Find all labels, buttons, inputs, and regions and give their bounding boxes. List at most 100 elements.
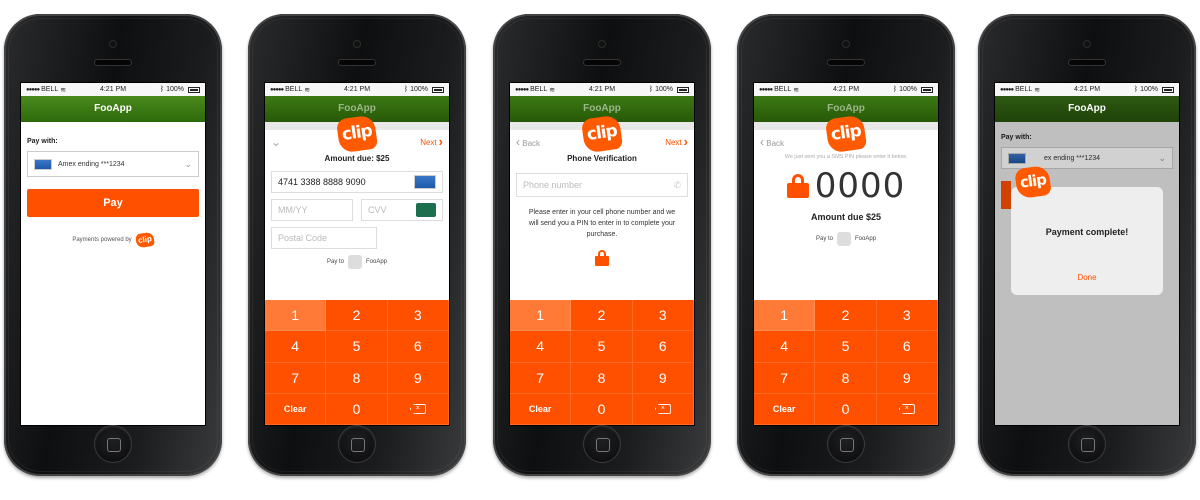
key-7[interactable]: 7: [265, 362, 327, 394]
amount-due: Amount due: $25: [324, 154, 390, 163]
merchant-avatar: [348, 255, 362, 269]
bluetooth-icon: ᛒ: [1133, 86, 1139, 93]
key-3[interactable]: 3: [876, 300, 938, 332]
key-3[interactable]: 3: [387, 300, 449, 332]
postal-code-field[interactable]: Postal Code: [271, 227, 377, 249]
clip-logo: clip: [580, 114, 624, 154]
sms-note: We just sent you a SMS PIN please enter …: [784, 154, 908, 160]
home-button[interactable]: [828, 426, 864, 462]
key-0[interactable]: 0: [815, 393, 877, 425]
phone-icon: ✆: [673, 179, 681, 190]
key-5[interactable]: 5: [571, 331, 633, 363]
done-button[interactable]: Done: [1011, 273, 1163, 282]
key-4[interactable]: 4: [510, 331, 572, 363]
wifi-icon: ≋: [793, 86, 800, 94]
key-backspace[interactable]: ×: [387, 393, 449, 425]
bluetooth-icon: ᛒ: [648, 86, 654, 93]
battery-icon: [677, 86, 689, 93]
numeric-keypad: 1 2 3 4 5 6 7 8 9 Clear 0 ×: [510, 300, 694, 425]
earpiece: [584, 60, 620, 65]
lock-icon: [595, 250, 609, 266]
key-0[interactable]: 0: [571, 393, 633, 425]
pay-button[interactable]: Pay: [27, 189, 199, 217]
key-6[interactable]: 6: [387, 331, 449, 363]
key-8[interactable]: 8: [326, 362, 388, 394]
showcase: ●●●●● BELL ≋ 4:21 PM ᛒ 100% FooApp Pay with…: [0, 0, 1200, 500]
front-camera: [354, 41, 360, 47]
key-1[interactable]: 1: [754, 300, 816, 332]
front-camera: [599, 41, 605, 47]
key-clear[interactable]: Clear: [754, 393, 816, 425]
key-5[interactable]: 5: [815, 331, 877, 363]
chevron-down-icon[interactable]: ⌄: [271, 135, 281, 149]
key-8[interactable]: 8: [815, 362, 877, 394]
bluetooth-icon: ᛒ: [159, 86, 165, 93]
battery-icon: [921, 86, 933, 93]
earpiece: [1069, 60, 1105, 65]
page-title: FooApp: [338, 103, 376, 114]
pin-display: 0000: [754, 166, 938, 206]
page-title: FooApp: [94, 103, 132, 114]
key-6[interactable]: 6: [632, 331, 694, 363]
powered-by-label: Payments powered by: [72, 237, 132, 243]
expiry-field[interactable]: MM/YY: [271, 199, 353, 221]
key-6[interactable]: 6: [876, 331, 938, 363]
home-button[interactable]: [339, 426, 375, 462]
home-button[interactable]: [95, 426, 131, 462]
battery-icon: [432, 86, 444, 93]
status-bar: ●●●●● BELL ≋ 4:21 PM ᛒ 100%: [21, 83, 205, 96]
key-0[interactable]: 0: [326, 393, 388, 425]
key-8[interactable]: 8: [571, 362, 633, 394]
key-4[interactable]: 4: [265, 331, 327, 363]
page-title: FooApp: [827, 103, 865, 114]
cvv-field[interactable]: CVV: [361, 199, 443, 221]
pay-to: Pay to FooApp: [754, 232, 938, 246]
phone-5: ●●●●● BELL ≋ 4:21 PM ᛒ 100% FooApp Pay with…: [978, 14, 1196, 476]
key-3[interactable]: 3: [632, 300, 694, 332]
status-bar: ●●●●● BELL ≋ 4:21 PM ᛒ 100%: [995, 83, 1179, 96]
key-backspace[interactable]: ×: [632, 393, 694, 425]
amex-card-icon: [34, 158, 52, 170]
numeric-keypad: 1 2 3 4 5 6 7 8 9 Clear 0 ×: [754, 300, 938, 425]
key-5[interactable]: 5: [326, 331, 388, 363]
key-7[interactable]: 7: [510, 362, 572, 394]
wifi-icon: ≋: [549, 86, 556, 94]
key-1[interactable]: 1: [265, 300, 327, 332]
nav-bar: FooApp: [21, 96, 205, 122]
amount-due: Amount due $25: [810, 212, 881, 222]
nav-bar: FooApp: [995, 96, 1179, 122]
backspace-icon: ×: [898, 403, 915, 414]
phone-number-field[interactable]: Phone number ✆: [516, 173, 688, 197]
key-7[interactable]: 7: [754, 362, 816, 394]
key-2[interactable]: 2: [571, 300, 633, 332]
key-backspace[interactable]: ×: [876, 393, 938, 425]
pay-with-label: Pay with:: [27, 138, 58, 145]
next-button[interactable]: Next ›: [665, 135, 688, 148]
home-button[interactable]: [584, 426, 620, 462]
key-clear[interactable]: Clear: [265, 393, 327, 425]
page-title: FooApp: [1068, 103, 1106, 114]
card-select[interactable]: Amex ending ***1234 ⌄: [27, 151, 199, 177]
key-9[interactable]: 9: [876, 362, 938, 394]
card-cvv-icon: [416, 203, 436, 217]
key-1[interactable]: 1: [510, 300, 572, 332]
key-2[interactable]: 2: [815, 300, 877, 332]
key-clear[interactable]: Clear: [510, 393, 572, 425]
status-bar: ●●●●● BELL ≋ 4:21 PM ᛒ 100%: [510, 83, 694, 96]
key-4[interactable]: 4: [754, 331, 816, 363]
card-number-field[interactable]: 4741 3388 8888 9090: [271, 171, 443, 193]
clip-logo: clip: [824, 114, 868, 154]
bluetooth-icon: ᛒ: [403, 86, 409, 93]
pay-to: Pay to FooApp: [271, 255, 443, 269]
backspace-icon: ×: [409, 403, 426, 414]
chevron-right-icon: ›: [438, 134, 443, 149]
home-button[interactable]: [1069, 426, 1105, 462]
bluetooth-icon: ᛒ: [892, 86, 898, 93]
key-9[interactable]: 9: [632, 362, 694, 394]
back-button[interactable]: ‹ Back: [760, 135, 784, 149]
key-9[interactable]: 9: [387, 362, 449, 394]
key-2[interactable]: 2: [326, 300, 388, 332]
next-button[interactable]: Next ›: [420, 134, 443, 149]
instructions: Please enter in your cell phone number a…: [528, 209, 676, 238]
back-button[interactable]: ‹ Back: [516, 135, 540, 149]
